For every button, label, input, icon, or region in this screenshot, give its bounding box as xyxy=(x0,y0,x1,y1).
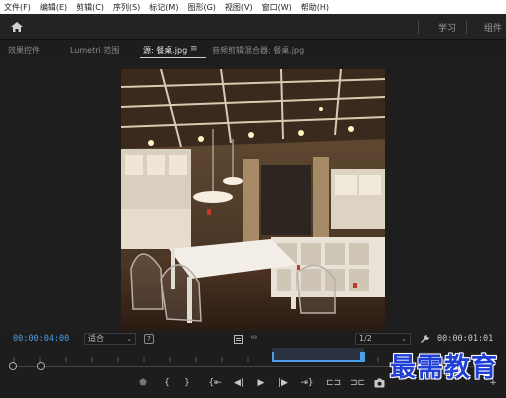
link-icon[interactable]: ⇹ xyxy=(250,333,258,343)
workspace-tab-assembly[interactable]: 组件 xyxy=(484,21,502,34)
menu-marker[interactable]: 标记(M) xyxy=(149,2,178,13)
marker-icon[interactable]: ⬟ xyxy=(136,376,150,390)
settings-icon[interactable]: ? xyxy=(144,334,154,344)
step-back-icon[interactable]: ◀| xyxy=(232,376,246,390)
hamburger-icon[interactable]: ≡ xyxy=(190,44,198,54)
resolution-value: 1/2 xyxy=(359,334,372,343)
go-to-out-icon[interactable]: ⇥} xyxy=(300,376,314,390)
in-out-range-bar xyxy=(272,360,364,362)
zoom-fit-value: 适合 xyxy=(88,334,104,343)
tab-source-monitor[interactable]: 源: 餐桌.jpg xyxy=(143,45,187,56)
chevron-down-icon: ⌄ xyxy=(126,335,132,343)
duration-timecode: 00:00:01:01 xyxy=(437,334,494,344)
menu-file[interactable]: 文件(F) xyxy=(4,2,31,13)
workspace-bar: 学习 组件 xyxy=(0,14,506,40)
menu-clip[interactable]: 剪辑(C) xyxy=(76,2,104,13)
tab-lumetri-scopes[interactable]: Lumetri 范围 xyxy=(70,45,119,56)
chevron-down-icon: ⌄ xyxy=(401,335,407,343)
menu-sequence[interactable]: 序列(S) xyxy=(113,2,140,13)
go-to-in-icon[interactable]: {⇤ xyxy=(208,376,222,390)
dining-room-photo xyxy=(121,69,385,331)
menu-edit[interactable]: 编辑(E) xyxy=(40,2,67,13)
resolution-select[interactable]: 1/2 ⌄ xyxy=(355,333,411,345)
menu-bar: 文件(F) 编辑(E) 剪辑(C) 序列(S) 标记(M) 图形(G) 视图(V… xyxy=(0,0,506,14)
source-image-dining-room xyxy=(121,69,385,331)
watermark-logo: 最需教育 xyxy=(389,353,498,383)
camera-icon[interactable] xyxy=(374,378,385,388)
home-icon[interactable] xyxy=(10,20,24,34)
menu-window[interactable]: 窗口(W) xyxy=(262,2,292,13)
wrench-icon[interactable] xyxy=(420,334,430,344)
step-forward-icon[interactable]: |▶ xyxy=(276,376,290,390)
workspace-divider xyxy=(418,20,419,34)
menu-graphics[interactable]: 图形(G) xyxy=(187,2,215,13)
mark-out-icon[interactable]: } xyxy=(180,376,194,390)
source-monitor xyxy=(0,61,506,331)
play-icon[interactable]: ▶ xyxy=(254,376,268,390)
workspace-divider xyxy=(466,20,467,34)
insert-button-icon[interactable]: ⊏⊐ xyxy=(326,376,341,390)
zoom-handle-left[interactable] xyxy=(9,362,17,370)
playhead-handle[interactable] xyxy=(360,352,365,362)
zoom-handle-right[interactable] xyxy=(37,362,45,370)
tab-effect-controls[interactable]: 效果控件 xyxy=(8,45,40,56)
playhead-timecode[interactable]: 00:00:04:00 xyxy=(13,334,69,344)
active-tab-underline xyxy=(140,57,206,58)
monitor-controls: 00:00:04:00 适合 ⌄ ? ⇹ 1/2 ⌄ 00:00:01:01 xyxy=(0,332,506,346)
mark-in-icon[interactable]: { xyxy=(160,376,174,390)
panel-tab-bar: 效果控件 Lumetri 范围 源: 餐桌.jpg ≡ 音频剪辑混合器: 餐桌.… xyxy=(0,42,506,60)
in-point-handle[interactable] xyxy=(272,352,274,362)
overwrite-button-icon[interactable]: ⊐⊏ xyxy=(350,376,365,390)
tab-audio-clip-mixer[interactable]: 音频剪辑混合器: 餐桌.jpg xyxy=(212,45,304,56)
zoom-fit-select[interactable]: 适合 ⌄ xyxy=(84,333,136,345)
menu-view[interactable]: 视图(V) xyxy=(225,2,253,13)
workspace-tab-learn[interactable]: 学习 xyxy=(438,21,456,34)
menu-help[interactable]: 帮助(H) xyxy=(301,2,329,13)
insert-icon[interactable] xyxy=(234,335,243,344)
